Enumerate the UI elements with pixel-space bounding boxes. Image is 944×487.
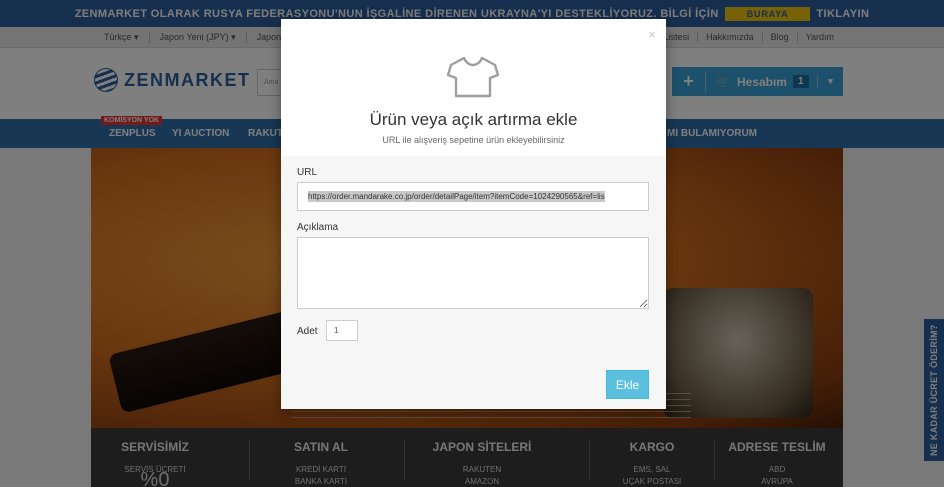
description-textarea[interactable] [297, 237, 649, 309]
quantity-input[interactable] [326, 320, 358, 341]
url-input[interactable]: https://order.mandarake.co.jp/order/deta… [297, 182, 649, 211]
modal-header: Ürün veya açık artırma ekle URL ile alış… [281, 19, 666, 156]
tshirt-icon [447, 56, 499, 98]
description-label: Açıklama [297, 222, 339, 233]
quantity-label: Adet [297, 326, 318, 337]
url-label: URL [297, 167, 318, 178]
modal-title: Ürün veya açık artırma ekle [369, 110, 578, 129]
url-input-value: https://order.mandarake.co.jp/order/deta… [308, 191, 605, 202]
modal-form: URL https://order.mandarake.co.jp/order/… [281, 156, 666, 409]
add-button[interactable]: Ekle [606, 370, 649, 399]
close-icon[interactable]: × [648, 27, 656, 42]
add-item-modal: Ürün veya açık artırma ekle URL ile alış… [281, 19, 666, 409]
modal-subtitle: URL ile alışveriş sepetine ürün ekleyebi… [382, 135, 565, 145]
